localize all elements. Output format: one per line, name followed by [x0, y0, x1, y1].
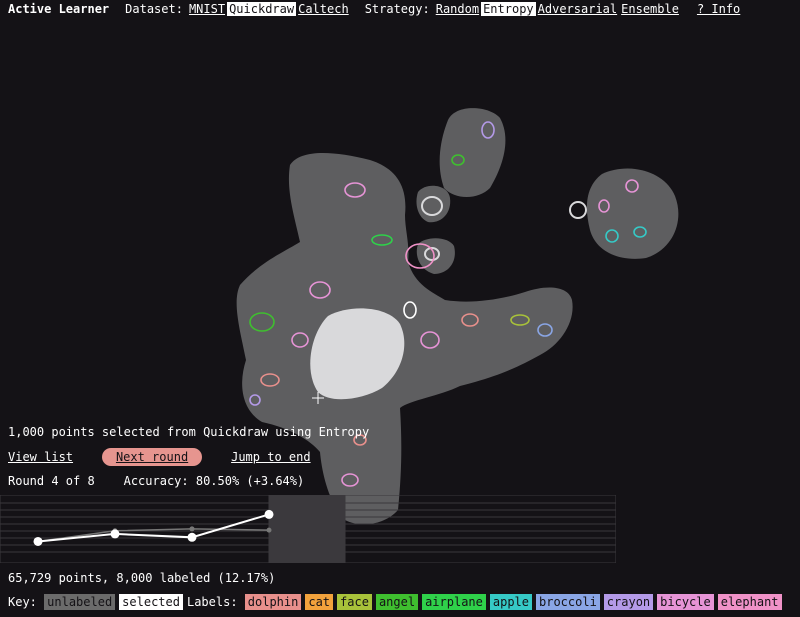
label-chip-cat[interactable]: cat [305, 594, 334, 610]
dataset-option-quickdraw[interactable]: Quickdraw [227, 2, 297, 16]
current-round-highlight [268, 495, 346, 563]
round-indicator: Round 4 of 8 [8, 474, 95, 488]
accuracy-readout: Accuracy: 80.50% (+3.64%) [123, 474, 305, 488]
key-unlabeled: unlabeled [44, 594, 116, 610]
dataset-option-caltech[interactable]: Caltech [296, 2, 351, 16]
label-chip-dolphin[interactable]: dolphin [244, 594, 302, 610]
label-chip-crayon[interactable]: crayon [603, 594, 654, 610]
info-link[interactable]: ? Info [695, 2, 742, 16]
strategy-option-entropy[interactable]: Entropy [481, 2, 536, 16]
label-chip-face[interactable]: face [337, 594, 372, 610]
dataset-label: Dataset: [125, 2, 183, 16]
legend: Key: unlabeled selected Labels: dolphin c… [8, 594, 786, 610]
round-row: Round 4 of 8 Accuracy: 80.50% (+3.64%) [8, 474, 304, 488]
labels-label: Labels: [186, 595, 238, 609]
label-chips: dolphin cat face angel airplane apple broccoli… [244, 594, 786, 610]
label-chip-elephant[interactable]: elephant [717, 594, 782, 610]
accuracy-history-chart[interactable] [0, 495, 616, 563]
strategy-option-adversarial[interactable]: Adversarial [536, 2, 619, 16]
top-bar: Active Learner Dataset: MNIST Quickdraw … [8, 1, 742, 17]
accuracy-point [33, 536, 43, 546]
dataset-summary: 65,729 points, 8,000 labeled (12.17%) [8, 571, 276, 585]
label-chip-apple[interactable]: apple [489, 594, 532, 610]
selection-message: 1,000 points selected from Quickdraw usi… [8, 425, 370, 439]
label-chip-broccoli[interactable]: broccoli [536, 594, 600, 610]
accuracy-point [110, 529, 120, 539]
label-chip-angel[interactable]: angel [375, 594, 419, 610]
label-chip-bicycle[interactable]: bicycle [657, 594, 714, 610]
view-list-link[interactable]: View list [8, 450, 73, 464]
next-round-button[interactable]: Next round [101, 448, 203, 466]
label-chip-airplane[interactable]: airplane [422, 594, 486, 610]
action-row: View list Next round Jump to end [8, 448, 311, 466]
strategy-label: Strategy: [364, 2, 430, 16]
app-title: Active Learner [8, 2, 110, 16]
ghost-point [266, 527, 272, 533]
strategy-option-ensemble[interactable]: Ensemble [619, 2, 681, 16]
accuracy-line [37, 513, 270, 543]
key-label: Key: [8, 595, 37, 609]
accuracy-point [187, 532, 197, 542]
strategy-option-random[interactable]: Random [434, 2, 481, 16]
accuracy-point [264, 509, 274, 519]
ghost-point [189, 526, 195, 532]
jump-to-end-link[interactable]: Jump to end [231, 450, 310, 464]
dataset-option-mnist[interactable]: MNIST [187, 2, 227, 16]
key-selected: selected [119, 594, 183, 610]
